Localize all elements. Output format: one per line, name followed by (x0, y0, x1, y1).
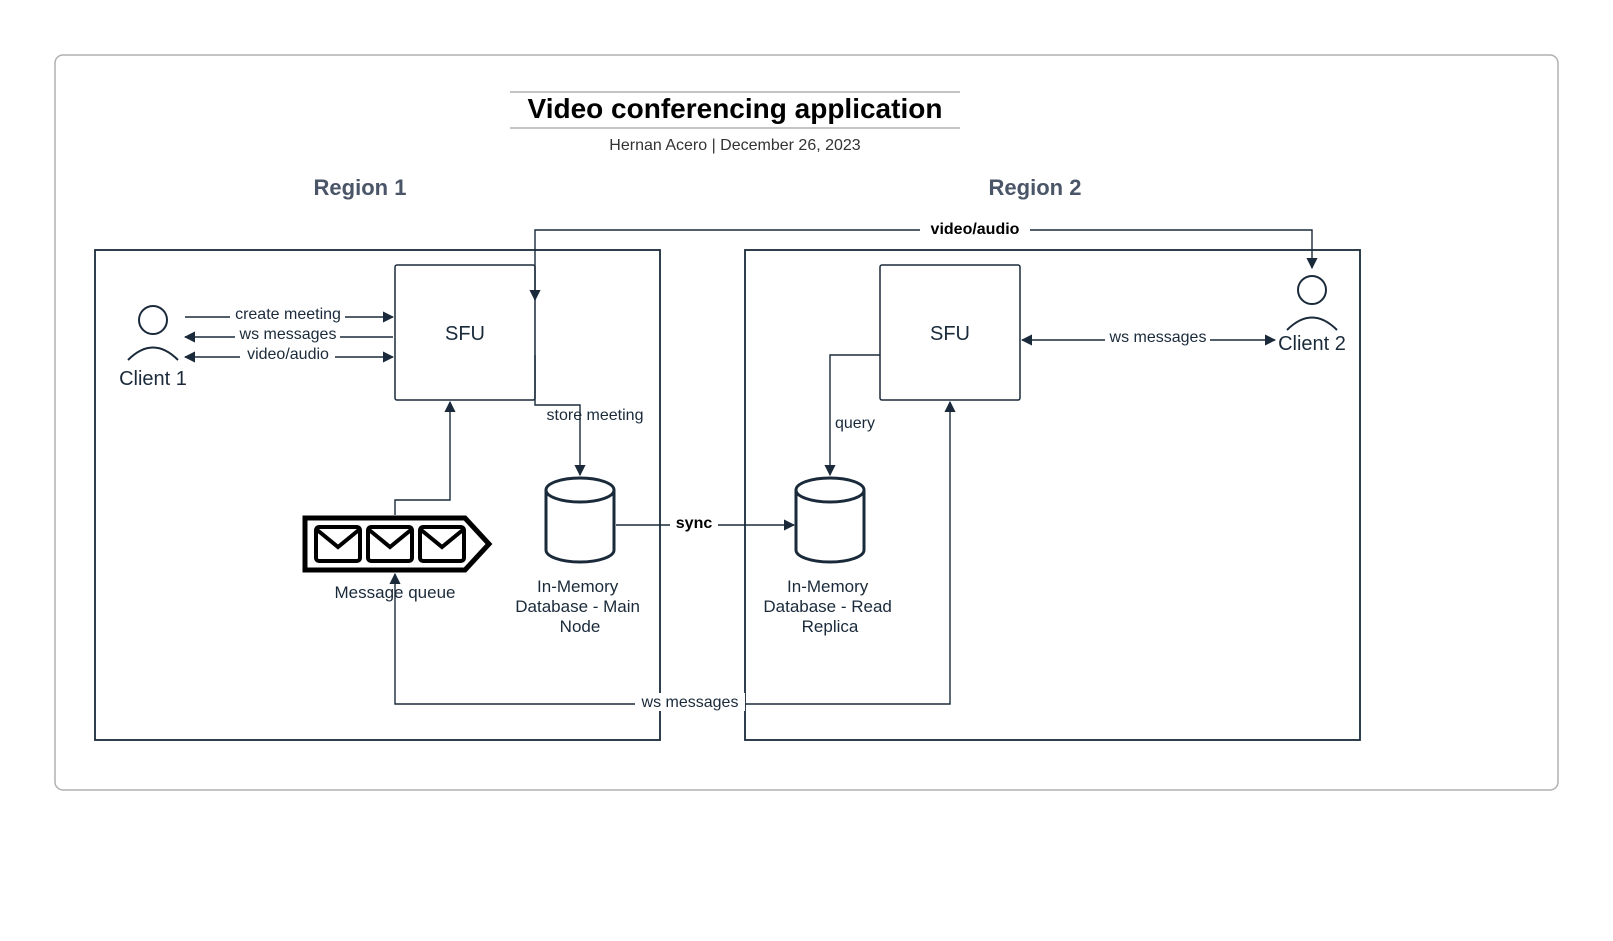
edge-sync-label: sync (676, 515, 713, 532)
client1-label: Client 1 (119, 368, 187, 390)
db-main-label: In-Memory Database - Main Node (515, 577, 644, 636)
edge-video-audio-top-label: video/audio (931, 221, 1020, 238)
db-replica-label: In-Memory Database - Read Replica (763, 577, 896, 636)
edge-ws-bus-label: ws messages (641, 694, 739, 711)
db-main-icon (546, 478, 614, 562)
db-replica-icon (796, 478, 864, 562)
sfu1-label: SFU (445, 323, 485, 345)
diagram-author: Hernan Acero | December 26, 2023 (609, 137, 861, 154)
client2-label: Client 2 (1278, 333, 1346, 355)
edge-create-meeting-label: create meeting (235, 306, 341, 323)
region1-label: Region 1 (314, 175, 407, 200)
edge-store-meeting-label: store meeting (547, 407, 644, 424)
diagram-canvas: Video conferencing application Hernan Ac… (0, 0, 1613, 941)
client1-icon (128, 306, 178, 360)
edge-query-label: query (835, 415, 875, 432)
region2-label: Region 2 (989, 175, 1082, 200)
edge-mq-to-sfu1 (395, 402, 450, 515)
edge-ws-messages-1-label: ws messages (239, 326, 337, 343)
client2-icon (1287, 276, 1337, 330)
edge-video-audio-1-label: video/audio (247, 346, 329, 363)
sfu2-label: SFU (930, 323, 970, 345)
message-queue-icon (305, 518, 489, 570)
diagram-title: Video conferencing application (528, 93, 943, 124)
edge-ws-messages-2-label: ws messages (1109, 329, 1207, 346)
